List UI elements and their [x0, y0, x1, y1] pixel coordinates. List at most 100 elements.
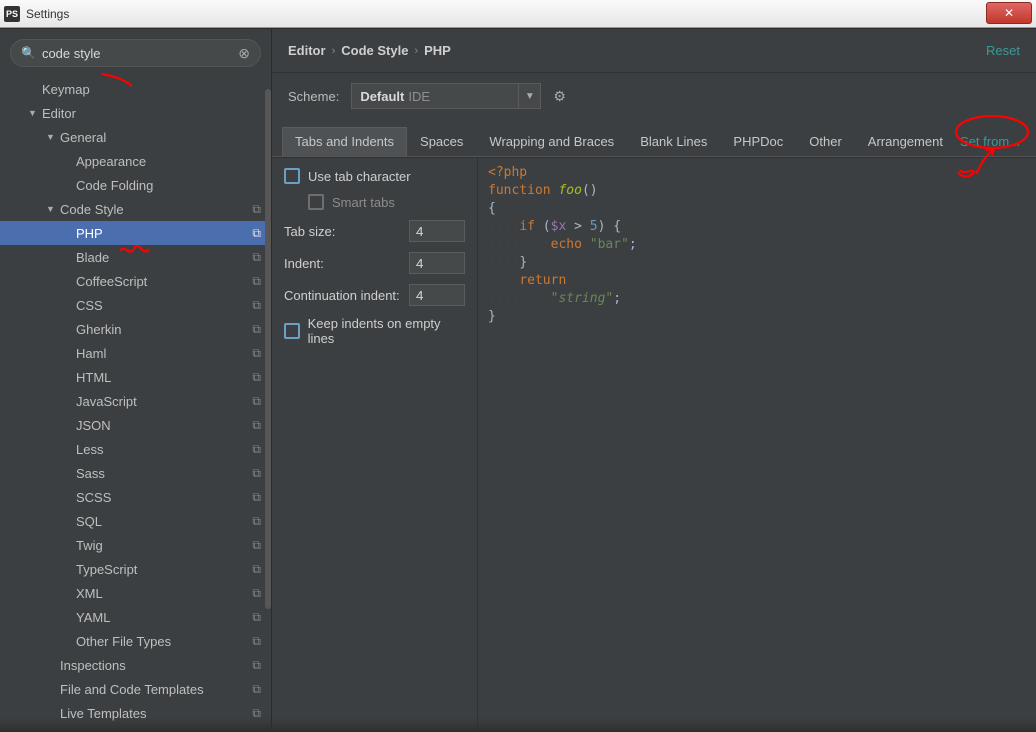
tree-item-label: Code Style	[60, 202, 252, 217]
close-button[interactable]: ✕	[986, 2, 1032, 24]
tree-item-sql[interactable]: SQL⧉	[0, 509, 271, 533]
scope-icon: ⧉	[252, 466, 261, 481]
checkbox-icon	[308, 194, 324, 210]
close-icon: ✕	[1004, 6, 1014, 20]
tab-size-label: Tab size:	[284, 224, 401, 239]
footer-shadow	[0, 718, 1036, 732]
tabs: Tabs and IndentsSpacesWrapping and Brace…	[272, 127, 1036, 157]
tree-item-editor[interactable]: ▼Editor	[0, 101, 271, 125]
checkbox-icon	[284, 168, 300, 184]
use-tab-checkbox[interactable]: Use tab character	[284, 168, 465, 184]
tree-item-label: PHP	[76, 226, 252, 241]
code-preview: <?php function foo() { ····if ($x > 5) {…	[478, 158, 1036, 732]
tree-item-blade[interactable]: Blade⧉	[0, 245, 271, 269]
indent-options: Use tab character Smart tabs Tab size: I…	[272, 158, 478, 732]
tree-item-label: JSON	[76, 418, 252, 433]
titlebar: PS Settings ✕	[0, 0, 1036, 28]
tree-item-other-file-types[interactable]: Other File Types⧉	[0, 629, 271, 653]
tree-item-javascript[interactable]: JavaScript⧉	[0, 389, 271, 413]
tree-item-yaml[interactable]: YAML⧉	[0, 605, 271, 629]
smart-tabs-checkbox: Smart tabs	[308, 194, 465, 210]
tree-item-label: XML	[76, 586, 252, 601]
scope-icon: ⧉	[252, 562, 261, 577]
tree-item-general[interactable]: ▼General	[0, 125, 271, 149]
tree-item-label: Less	[76, 442, 252, 457]
tree-item-label: TypeScript	[76, 562, 252, 577]
tree-item-scss[interactable]: SCSS⧉	[0, 485, 271, 509]
tree-item-label: SQL	[76, 514, 252, 529]
tree-item-label: JavaScript	[76, 394, 252, 409]
tree-item-gherkin[interactable]: Gherkin⧉	[0, 317, 271, 341]
scope-icon: ⧉	[252, 298, 261, 313]
checkbox-icon	[284, 323, 300, 339]
scheme-dropdown[interactable]: Default IDE ▼	[351, 83, 541, 109]
tree-item-label: Keymap	[42, 82, 261, 97]
tree-item-css[interactable]: CSS⧉	[0, 293, 271, 317]
breadcrumb: Editor › Code Style › PHP Reset	[272, 29, 1036, 73]
tree-item-html[interactable]: HTML⧉	[0, 365, 271, 389]
search-field[interactable]: 🔍 ⊗	[10, 39, 261, 67]
scope-icon: ⧉	[252, 226, 261, 241]
tree-item-xml[interactable]: XML⧉	[0, 581, 271, 605]
tab-spaces[interactable]: Spaces	[407, 127, 476, 156]
crumb-editor: Editor	[288, 43, 326, 58]
tree-item-label: Editor	[42, 106, 261, 121]
chevron-down-icon: ▼	[518, 84, 540, 108]
tree-item-less[interactable]: Less⧉	[0, 437, 271, 461]
scope-icon: ⧉	[252, 610, 261, 625]
tree-item-appearance[interactable]: Appearance	[0, 149, 271, 173]
clear-icon[interactable]: ⊗	[238, 45, 250, 62]
scheme-label: Scheme:	[288, 89, 339, 104]
tab-arrangement[interactable]: Arrangement	[855, 127, 956, 156]
tab-blank-lines[interactable]: Blank Lines	[627, 127, 720, 156]
tree-item-twig[interactable]: Twig⧉	[0, 533, 271, 557]
tree-item-code-style[interactable]: ▼Code Style⧉	[0, 197, 271, 221]
gear-icon[interactable]: ⚙	[553, 88, 566, 105]
chevron-right-icon: ›	[414, 45, 418, 57]
tab-size-input[interactable]	[409, 220, 465, 242]
tree-item-keymap[interactable]: Keymap	[0, 77, 271, 101]
tree-item-label: Twig	[76, 538, 252, 553]
tree-item-label: CSS	[76, 298, 252, 313]
tree-item-label: Blade	[76, 250, 252, 265]
scope-icon: ⧉	[252, 634, 261, 649]
crumb-php: PHP	[424, 43, 451, 58]
tree-item-code-folding[interactable]: Code Folding	[0, 173, 271, 197]
reset-link[interactable]: Reset	[986, 43, 1020, 58]
tree-item-file-and-code-templates[interactable]: File and Code Templates⧉	[0, 677, 271, 701]
tree-item-json[interactable]: JSON⧉	[0, 413, 271, 437]
search-icon: 🔍	[21, 46, 36, 60]
scope-icon: ⧉	[252, 418, 261, 433]
set-from-link[interactable]: Set from...	[960, 134, 1020, 149]
main-panel: Editor › Code Style › PHP Reset Scheme: …	[272, 29, 1036, 732]
indent-input[interactable]	[409, 252, 465, 274]
search-input[interactable]	[42, 46, 238, 61]
tab-other[interactable]: Other	[796, 127, 855, 156]
settings-tree[interactable]: Keymap▼Editor▼GeneralAppearanceCode Fold…	[0, 77, 271, 732]
smart-tabs-label: Smart tabs	[332, 195, 395, 210]
keep-indents-checkbox[interactable]: Keep indents on empty lines	[284, 316, 465, 346]
tree-item-label: Inspections	[60, 658, 252, 673]
tree-item-haml[interactable]: Haml⧉	[0, 341, 271, 365]
tree-item-label: Sass	[76, 466, 252, 481]
cont-indent-input[interactable]	[409, 284, 465, 306]
scope-icon: ⧉	[252, 346, 261, 361]
disclosure-arrow-icon: ▼	[46, 204, 60, 214]
tree-item-label: Haml	[76, 346, 252, 361]
scheme-value: Default	[360, 89, 404, 104]
keep-indents-label: Keep indents on empty lines	[308, 316, 465, 346]
tree-item-php[interactable]: PHP⧉	[0, 221, 271, 245]
tab-wrapping-and-braces[interactable]: Wrapping and Braces	[476, 127, 627, 156]
scrollbar-thumb[interactable]	[265, 89, 271, 609]
scope-icon: ⧉	[252, 250, 261, 265]
tree-item-inspections[interactable]: Inspections⧉	[0, 653, 271, 677]
tree-item-label: Other File Types	[76, 634, 252, 649]
crumb-codestyle: Code Style	[341, 43, 408, 58]
tab-phpdoc[interactable]: PHPDoc	[720, 127, 796, 156]
tree-item-sass[interactable]: Sass⧉	[0, 461, 271, 485]
tree-item-typescript[interactable]: TypeScript⧉	[0, 557, 271, 581]
tree-item-coffeescript[interactable]: CoffeeScript⧉	[0, 269, 271, 293]
use-tab-label: Use tab character	[308, 169, 411, 184]
tab-tabs-and-indents[interactable]: Tabs and Indents	[282, 127, 407, 156]
scope-icon: ⧉	[252, 682, 261, 697]
